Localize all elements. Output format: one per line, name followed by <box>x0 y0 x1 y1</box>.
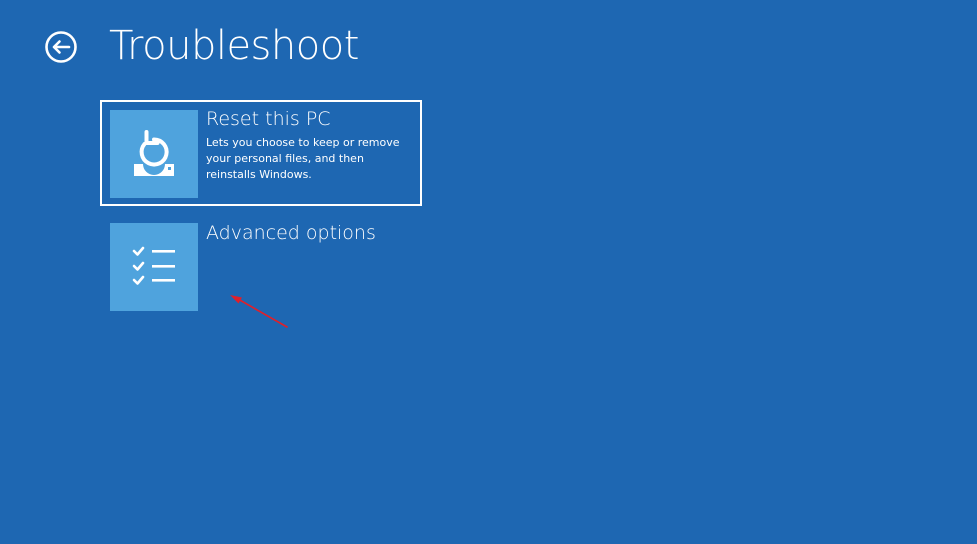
option-title: Reset this PC <box>206 108 331 130</box>
option-tile <box>110 110 198 198</box>
checklist-icon <box>132 246 175 285</box>
reset-pc-icon <box>134 130 174 176</box>
back-arrow-icon <box>45 31 77 63</box>
option-description: Lets you choose to keep or remove your p… <box>206 136 400 181</box>
page-title: Troubleshoot <box>109 23 359 69</box>
option-title: Advanced options <box>206 222 376 244</box>
back-button[interactable] <box>44 30 78 64</box>
advanced-options-option[interactable]: Advanced options <box>100 213 422 319</box>
reset-this-pc-option[interactable]: Reset this PC Lets you choose to keep or… <box>100 100 422 206</box>
option-tile <box>110 223 198 311</box>
troubleshoot-screen: Troubleshoot Reset this PC Lets you choo… <box>0 0 977 544</box>
